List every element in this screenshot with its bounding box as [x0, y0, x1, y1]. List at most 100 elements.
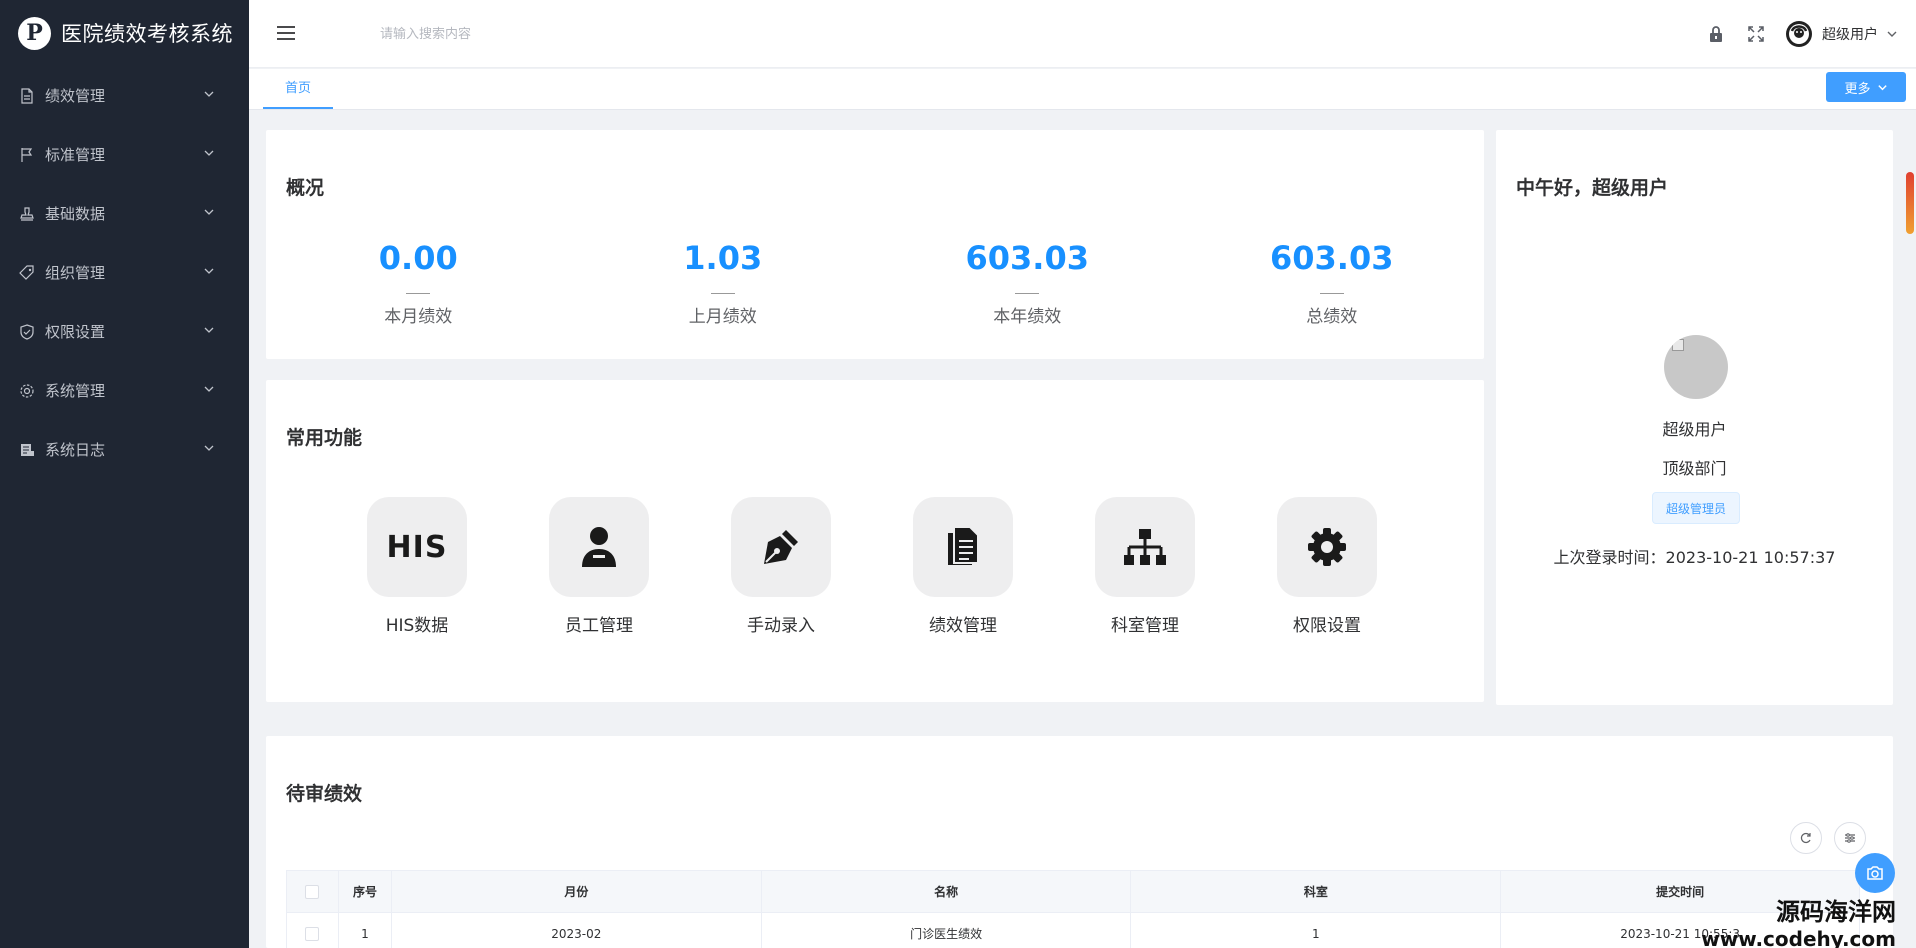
chevron-down-icon [204, 91, 214, 97]
chevron-down-icon [204, 268, 214, 274]
stat-label: 上月绩效 [688, 307, 757, 327]
select-all-checkbox[interactable] [305, 884, 320, 899]
chevron-down-icon [204, 386, 214, 392]
camera-button[interactable] [1855, 853, 1895, 893]
sidebar-item-logs[interactable]: 系统日志 [0, 420, 249, 479]
stat-this-year: 603.03 本年绩效 [875, 235, 1180, 327]
pending-title: 待审绩效 [286, 783, 363, 805]
refresh-button[interactable] [1790, 822, 1822, 854]
func-permission-settings[interactable]: 权限设置 [1277, 497, 1377, 636]
func-label: 员工管理 [565, 616, 633, 636]
employee-icon [549, 497, 649, 597]
more-button[interactable]: 更多 [1826, 72, 1906, 102]
search-input[interactable] [380, 22, 680, 46]
refresh-icon [1800, 832, 1811, 844]
row-checkbox[interactable] [305, 926, 320, 941]
divider [1015, 293, 1040, 294]
user-avatar[interactable] [1786, 21, 1812, 47]
chevron-down-icon[interactable] [1886, 28, 1898, 40]
cell-index: 1 [337, 912, 392, 948]
sidebar-item-label: 绩效管理 [45, 87, 106, 105]
tab-home[interactable]: 首页 [263, 69, 333, 109]
divider [1319, 293, 1344, 294]
stat-this-month: 0.00 本月绩效 [266, 235, 571, 327]
column-header: 科室 [1130, 870, 1502, 913]
fullscreen-icon[interactable] [1746, 24, 1766, 44]
stat-value: 0.00 [378, 239, 458, 277]
app-title: 医院绩效考核系统 [61, 22, 233, 46]
top-header: 超级用户 [249, 0, 1916, 68]
chevron-down-icon [204, 150, 214, 156]
select-cell [286, 912, 339, 948]
table-header-row: 序号 月份 名称 科室 提交时间 [286, 870, 1860, 913]
page-scrollbar[interactable] [1904, 120, 1914, 948]
overview-title: 概况 [286, 177, 325, 199]
stat-value: 1.03 [683, 239, 763, 277]
pending-table: 序号 月份 名称 科室 提交时间 1 2023-02 门诊医生绩效 1 2023… [286, 870, 1860, 948]
sidebar-item-standards[interactable]: 标准管理 [0, 125, 249, 184]
func-his-data[interactable]: HIS HIS数据 [367, 497, 467, 636]
chevron-down-icon [204, 327, 214, 333]
profile-name: 超级用户 [1662, 420, 1727, 439]
func-label: 手动录入 [747, 616, 815, 636]
brand: P 医院绩效考核系统 [0, 0, 249, 66]
pinterest-logo-icon: P [18, 16, 51, 50]
sidebar-item-organization[interactable]: 组织管理 [0, 243, 249, 302]
documents-icon [913, 497, 1013, 597]
profile-department: 顶级部门 [1662, 459, 1727, 478]
stat-last-month: 1.03 上月绩效 [571, 235, 876, 327]
his-text-icon: HIS [367, 497, 467, 597]
lock-icon[interactable] [1706, 24, 1726, 44]
sidebar-menu: 绩效管理 标准管理 基础数据 组织管理 权限设置 系统管理 系统日志 [0, 66, 249, 479]
sidebar-item-label: 系统管理 [45, 382, 106, 400]
cell-month: 2023-02 [390, 912, 762, 948]
document-icon [19, 87, 35, 104]
watermark-line1: 源码海洋网 [1776, 898, 1896, 926]
header-actions: 超级用户 [1706, 18, 1898, 50]
overview-stats: 0.00 本月绩效 1.03 上月绩效 603.03 本年绩效 603.03 总… [266, 235, 1484, 327]
chevron-down-icon [204, 445, 214, 451]
role-tag: 超级管理员 [1652, 492, 1740, 524]
func-performance-management[interactable]: 绩效管理 [913, 497, 1013, 636]
func-label: HIS数据 [385, 616, 449, 636]
cell-name: 门诊医生绩效 [760, 912, 1132, 948]
stat-value: 603.03 [1270, 239, 1394, 277]
pen-icon [731, 497, 831, 597]
sidebar: P 医院绩效考核系统 绩效管理 标准管理 基础数据 组织管理 权限设置 系统管理… [0, 0, 249, 948]
chevron-down-icon [1877, 84, 1887, 90]
log-icon [19, 442, 35, 458]
stat-label: 本月绩效 [384, 307, 453, 327]
sidebar-item-permissions[interactable]: 权限设置 [0, 302, 249, 361]
functions-grid: HIS HIS数据 员工管理 手动录入 绩效管理 科室管理 权限设置 [367, 497, 1377, 636]
sidebar-item-system[interactable]: 系统管理 [0, 361, 249, 420]
column-settings-button[interactable] [1834, 822, 1866, 854]
watermark: 源码海洋网 www.codehy.com [1701, 892, 1896, 948]
func-manual-entry[interactable]: 手动录入 [731, 497, 831, 636]
table-row[interactable]: 1 2023-02 门诊医生绩效 1 2023-10-21 10:55:3 [286, 912, 1860, 948]
func-label: 科室管理 [1111, 616, 1179, 636]
sidebar-item-label: 基础数据 [45, 205, 106, 223]
hamburger-menu-icon[interactable] [275, 22, 297, 44]
header-user-name[interactable]: 超级用户 [1822, 24, 1878, 44]
shield-icon [19, 323, 35, 340]
org-chart-icon [1095, 497, 1195, 597]
func-department-management[interactable]: 科室管理 [1095, 497, 1195, 636]
scrollbar-thumb[interactable] [1906, 172, 1914, 234]
sidebar-item-performance[interactable]: 绩效管理 [0, 66, 249, 125]
sidebar-item-label: 标准管理 [45, 146, 106, 164]
column-header: 名称 [760, 870, 1132, 913]
select-all-cell [286, 870, 339, 913]
func-employee-management[interactable]: 员工管理 [549, 497, 649, 636]
overview-card: 概况 0.00 本月绩效 1.03 上月绩效 603.03 本年绩效 603.0… [266, 130, 1484, 359]
stat-label: 本年绩效 [993, 307, 1062, 327]
sidebar-item-label: 权限设置 [45, 323, 106, 341]
more-button-label: 更多 [1844, 81, 1871, 97]
profile-avatar [1664, 335, 1728, 399]
column-header: 月份 [390, 870, 762, 913]
gear-icon [19, 383, 35, 399]
watermark-line2: www.codehy.com [1701, 927, 1896, 948]
sidebar-item-basic-data[interactable]: 基础数据 [0, 184, 249, 243]
flag-icon [19, 147, 35, 163]
func-label: 绩效管理 [929, 616, 997, 636]
stat-label: 总绩效 [1306, 307, 1358, 327]
